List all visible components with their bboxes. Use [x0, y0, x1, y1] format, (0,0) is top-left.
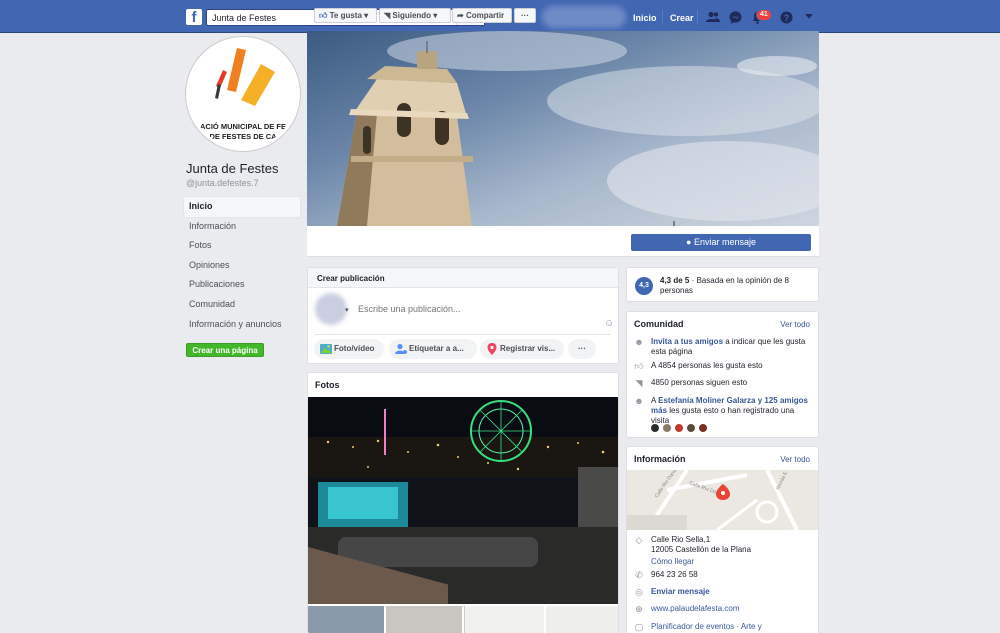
- page-profile-picture[interactable]: ACIÓ MUNICIPAL DE FE DE FESTES DE CA: [186, 37, 300, 151]
- location-diamond-icon: ◇: [635, 535, 643, 545]
- nav-divider: [662, 10, 663, 24]
- leftnav-item-informacion[interactable]: Información: [184, 217, 300, 237]
- cover-photo[interactable]: [307, 31, 819, 226]
- messenger-icon[interactable]: [728, 11, 742, 24]
- blurred-user-profile[interactable]: [542, 6, 626, 28]
- photos-title[interactable]: Fotos: [315, 380, 340, 390]
- photo-thumbnail[interactable]: [464, 606, 544, 633]
- chevron-down-icon[interactable]: ▾: [345, 306, 349, 314]
- user-avatar: [315, 293, 347, 325]
- send-message-label: Enviar mensaje: [693, 237, 756, 247]
- composer-more-button[interactable]: ···: [568, 339, 596, 359]
- messenger-icon: ●: [686, 237, 692, 247]
- leftnav-item-fotos[interactable]: Fotos: [184, 236, 300, 256]
- friends-icon: ☻: [634, 396, 644, 406]
- likes-count-text: A 4854 personas les gusta esto: [651, 361, 763, 370]
- page-title[interactable]: Junta de Festes: [186, 161, 279, 176]
- photo-video-button[interactable]: Foto/vídeo: [314, 339, 384, 359]
- leftnav-item-informacion-anuncios[interactable]: Información y anuncios: [184, 315, 300, 335]
- svg-text:?: ?: [783, 13, 789, 23]
- logo-text-line2: DE FESTES DE CA: [209, 132, 277, 141]
- location-pin-icon: [487, 343, 497, 355]
- category-tag-icon: ▢: [634, 622, 644, 632]
- facebook-logo-icon[interactable]: f: [186, 9, 202, 25]
- account-menu-chevron-down-icon[interactable]: [802, 11, 816, 23]
- chevron-down-icon: ▾: [364, 11, 369, 20]
- rating-card: 4,3 4,3 de 5 · Basada en la opinión de 8…: [626, 267, 819, 302]
- address-line1: Calle Rio Sella,1: [651, 535, 711, 544]
- friend-requests-icon[interactable]: [706, 11, 720, 23]
- leftnav-item-publicaciones[interactable]: Publicaciones: [184, 275, 300, 295]
- location-map[interactable]: Calle Rio Danubio Calle Río Danubio Rond…: [627, 470, 818, 530]
- avatar[interactable]: [662, 423, 672, 433]
- photo-thumbnail[interactable]: [546, 606, 618, 633]
- rss-follow-icon: ◥: [635, 378, 643, 388]
- phone-number[interactable]: 964 23 26 58: [651, 570, 698, 580]
- share-button[interactable]: ➦ Compartir: [452, 8, 512, 23]
- help-question-icon[interactable]: ?: [779, 11, 793, 24]
- following-label: Siguiendo: [392, 11, 432, 20]
- thumbs-up-icon: 👍︎: [319, 11, 328, 20]
- photo-icon: [320, 344, 332, 354]
- information-see-all-link[interactable]: Ver todo: [780, 455, 810, 464]
- avatar[interactable]: [674, 423, 684, 433]
- photo-thumbnails-strip: [308, 606, 618, 633]
- check-in-label: Registrar vis...: [500, 344, 556, 353]
- tag-friends-button[interactable]: Etiquetar a a...: [389, 339, 477, 359]
- page-username[interactable]: @junta.defestes.7: [186, 178, 259, 188]
- invite-people-icon: ☻: [634, 337, 644, 347]
- emoji-smiley-icon[interactable]: ☺: [604, 318, 614, 329]
- post-composer-input[interactable]: [358, 302, 598, 316]
- photo-video-label: Foto/vídeo: [334, 344, 375, 353]
- fair-night-photo[interactable]: [308, 397, 618, 604]
- like-page-button[interactable]: 👍︎ Te gusta ▾: [314, 8, 377, 23]
- information-title[interactable]: Información: [634, 454, 686, 464]
- avatar[interactable]: [686, 423, 696, 433]
- directions-link[interactable]: Cómo llegar: [651, 557, 751, 567]
- nav-divider: [697, 10, 698, 24]
- photo-thumbnail[interactable]: [386, 606, 462, 633]
- share-label: Compartir: [465, 11, 505, 20]
- share-arrow-icon: ➦: [457, 11, 464, 20]
- messenger-icon: ◎: [635, 587, 643, 597]
- avatar[interactable]: [650, 423, 660, 433]
- photos-card: Fotos: [307, 372, 619, 633]
- photo-thumbnail[interactable]: [308, 606, 384, 633]
- chevron-down-icon: ▾: [433, 11, 438, 20]
- leftnav-item-opiniones[interactable]: Opiniones: [184, 256, 300, 276]
- category-link[interactable]: Planificador de eventos · Arte y: [651, 622, 762, 632]
- send-message-button[interactable]: ● Enviar mensaje: [631, 234, 811, 251]
- follows-count-text: 4850 personas siguen esto: [651, 378, 748, 387]
- following-button[interactable]: ◥ Siguiendo ▾: [379, 8, 451, 23]
- leftnav-item-comunidad[interactable]: Comunidad: [184, 295, 300, 315]
- rating-score-badge: 4,3: [635, 277, 653, 295]
- tag-people-icon: [395, 343, 407, 354]
- community-see-all-link[interactable]: Ver todo: [780, 320, 810, 329]
- leftnav-item-inicio[interactable]: Inicio: [184, 197, 300, 217]
- create-post-title: Crear publicación: [317, 274, 385, 283]
- friends-avatars: [650, 423, 710, 435]
- nav-create-link[interactable]: Crear: [670, 13, 694, 23]
- check-in-button[interactable]: Registrar vis...: [480, 339, 564, 359]
- bell-tower-cover-image: [337, 31, 819, 226]
- community-title[interactable]: Comunidad: [634, 319, 684, 329]
- rating-score-text[interactable]: 4,3 de 5: [660, 276, 689, 285]
- logo-text-line1: ACIÓ MUNICIPAL DE FE: [200, 122, 286, 131]
- invite-friends-link[interactable]: Invita a tus amigos: [651, 337, 723, 346]
- info-send-message-link[interactable]: Enviar mensaje: [651, 587, 710, 597]
- like-label: Te gusta: [329, 11, 362, 20]
- avatar[interactable]: [698, 423, 708, 433]
- create-page-button[interactable]: Crear una página: [186, 343, 264, 357]
- phone-icon: ✆: [635, 570, 643, 580]
- website-link[interactable]: www.palaudelafesta.com: [651, 604, 740, 614]
- page-left-navigation: Inicio Información Fotos Opiniones Publi…: [184, 197, 300, 334]
- tag-friends-label: Etiquetar a a...: [409, 344, 464, 353]
- rss-follow-icon: ◥: [384, 11, 391, 20]
- notifications-badge: 41: [756, 9, 772, 21]
- nav-home-link[interactable]: Inicio: [633, 13, 657, 23]
- thumbs-up-icon: 👍︎: [634, 361, 644, 371]
- address-line2: 12005 Castellón de la Plana: [651, 545, 752, 554]
- globe-icon: ⊕: [635, 604, 643, 614]
- more-options-button[interactable]: ···: [514, 8, 536, 23]
